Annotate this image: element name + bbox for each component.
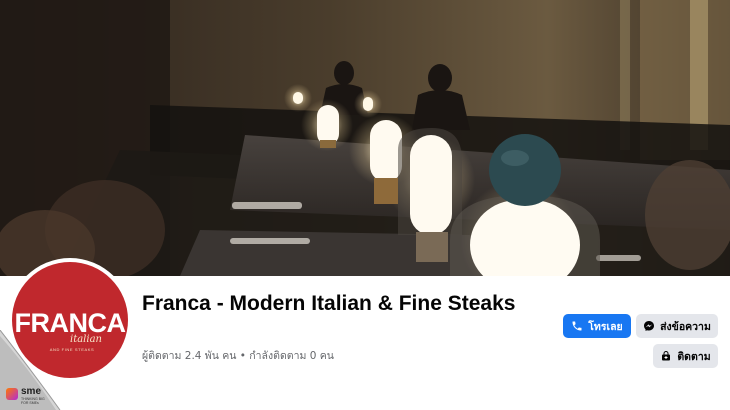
follow-icon: [662, 351, 671, 361]
follow-button[interactable]: ติดตาม: [653, 344, 718, 368]
cover-photo-image: [0, 0, 730, 276]
call-button[interactable]: โทรเลย: [563, 314, 631, 338]
sme-logo-icon: [6, 388, 18, 400]
message-button[interactable]: ส่งข้อความ: [636, 314, 718, 338]
message-button-label: ส่งข้อความ: [660, 320, 711, 333]
sme-logo-tagline: THINKING BIG FOR SMEs: [21, 397, 45, 405]
follow-button-label: ติดตาม: [677, 350, 711, 363]
call-button-label: โทรเลย: [588, 320, 623, 333]
facebook-page-header: FRANCA italian AND FINE STEAKS sme THINK…: [0, 0, 730, 410]
phone-icon: [572, 321, 582, 331]
messenger-icon: [644, 321, 655, 331]
sme-logo-word: sme: [21, 386, 42, 397]
followers-count[interactable]: ผู้ติดตาม 2.4 พัน คน • กำลังติดตาม 0 คน: [142, 347, 334, 364]
page-title: Franca - Modern Italian & Fine Steaks: [142, 292, 516, 315]
cover-photo[interactable]: [0, 0, 730, 276]
sme-logo: sme THINKING BIG FOR SMEs: [6, 386, 50, 406]
